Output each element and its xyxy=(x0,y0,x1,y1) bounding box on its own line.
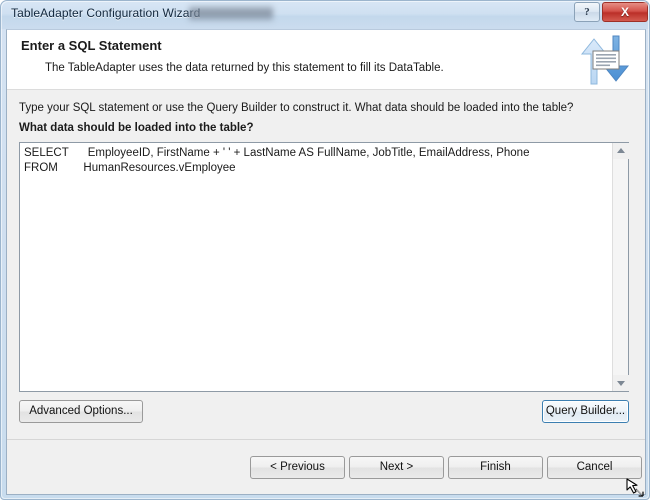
prompt-text: What data should be loaded into the tabl… xyxy=(19,122,254,134)
editor-vertical-scrollbar[interactable] xyxy=(612,143,629,391)
instruction-text: Type your SQL statement or use the Query… xyxy=(19,102,574,114)
wizard-window: TableAdapter Configuration Wizard ? X En… xyxy=(0,0,650,500)
next-button[interactable]: Next > xyxy=(349,456,444,479)
cancel-button[interactable]: Cancel xyxy=(547,456,642,479)
previous-button[interactable]: < Previous xyxy=(250,456,345,479)
redacted-title-region xyxy=(189,5,273,22)
sql-statement-editor[interactable]: SELECT EmployeeID, FirstName + ' ' + Las… xyxy=(19,142,629,392)
sql-statement-text[interactable]: SELECT EmployeeID, FirstName + ' ' + Las… xyxy=(24,146,608,176)
finish-button[interactable]: Finish xyxy=(448,456,543,479)
advanced-options-button[interactable]: Advanced Options... xyxy=(19,400,143,423)
title-bar[interactable]: TableAdapter Configuration Wizard ? X xyxy=(1,1,649,29)
resize-cursor-icon xyxy=(626,478,644,497)
wizard-body: Type your SQL statement or use the Query… xyxy=(7,90,645,440)
query-builder-button[interactable]: Query Builder... xyxy=(542,400,629,423)
help-button[interactable]: ? xyxy=(574,2,600,22)
window-client-area: Enter a SQL Statement The TableAdapter u… xyxy=(6,29,646,495)
close-button[interactable]: X xyxy=(602,2,648,22)
scroll-up-arrow-icon[interactable] xyxy=(613,143,629,159)
data-transfer-arrows-icon xyxy=(580,35,630,85)
scroll-down-arrow-icon[interactable] xyxy=(613,375,629,391)
page-title: Enter a SQL Statement xyxy=(21,38,162,53)
page-subtitle: The TableAdapter uses the data returned … xyxy=(45,62,444,74)
wizard-header: Enter a SQL Statement The TableAdapter u… xyxy=(7,30,645,90)
wizard-footer: < Previous Next > Finish Cancel xyxy=(7,440,645,494)
window-title: TableAdapter Configuration Wizard xyxy=(11,6,201,20)
